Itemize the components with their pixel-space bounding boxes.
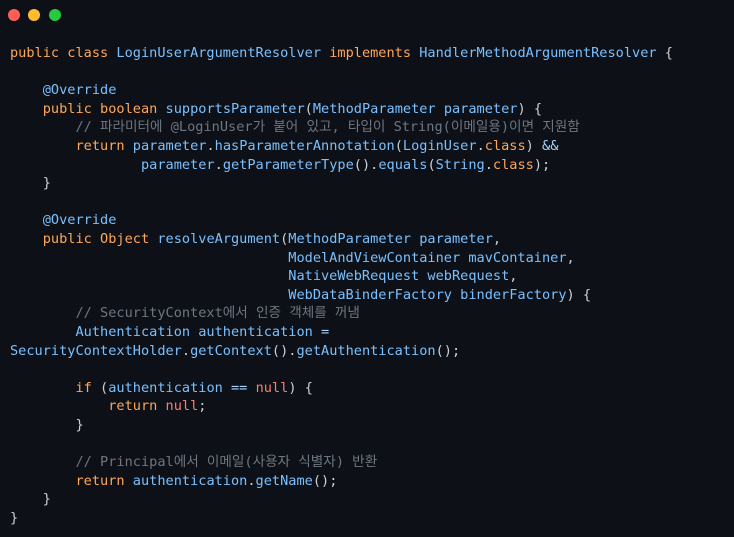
code-line: parameter.getParameterType().equals(Stri… <box>140 156 551 173</box>
code-line: @Override <box>42 82 117 99</box>
code-line: } <box>75 416 84 433</box>
code-line: ModelAndViewContainer mavContainer, <box>288 249 575 266</box>
code-line: return null; <box>108 398 207 415</box>
maximize-icon[interactable] <box>49 9 61 21</box>
code-line: return parameter.hasParameterAnnotation(… <box>75 137 559 154</box>
code-line: ​ <box>10 360 673 379</box>
code-line: public Object resolveArgument(MethodPara… <box>42 230 502 247</box>
code-line: SecurityContextHolder.getContext().getAu… <box>10 342 461 359</box>
code-line: return authentication.getName(); <box>75 472 338 489</box>
code-line: ​ <box>10 63 673 82</box>
minimize-icon[interactable] <box>28 9 40 21</box>
code-line: Authentication authentication = <box>75 323 330 340</box>
code-line: if (authentication == null) { <box>75 379 313 396</box>
code-line: ​ <box>10 434 673 453</box>
code-line: @Override <box>42 212 117 229</box>
code-line: } <box>42 175 51 192</box>
code-line: public boolean supportsParameter(MethodP… <box>42 100 543 117</box>
window-titlebar <box>0 0 734 30</box>
code-line: ​ <box>10 193 673 212</box>
code-line: WebDataBinderFactory binderFactory) { <box>288 286 592 303</box>
code-line: NativeWebRequest webRequest, <box>288 268 518 285</box>
code-line: // Principal에서 이메일(사용자 식별자) 반환 <box>75 454 378 471</box>
code-line: // SecurityContext에서 인증 객체를 꺼냄 <box>75 305 360 322</box>
code-line: // 파라미터에 @LoginUser가 붙어 있고, 타입이 String(이… <box>75 119 580 136</box>
code-line: public class LoginUserArgumentResolver i… <box>10 45 673 61</box>
code-editor[interactable]: public class LoginUserArgumentResolver i… <box>10 44 673 527</box>
close-icon[interactable] <box>8 9 20 21</box>
code-window: public class LoginUserArgumentResolver i… <box>0 0 734 537</box>
code-line: } <box>10 509 19 526</box>
code-line: } <box>42 491 51 508</box>
